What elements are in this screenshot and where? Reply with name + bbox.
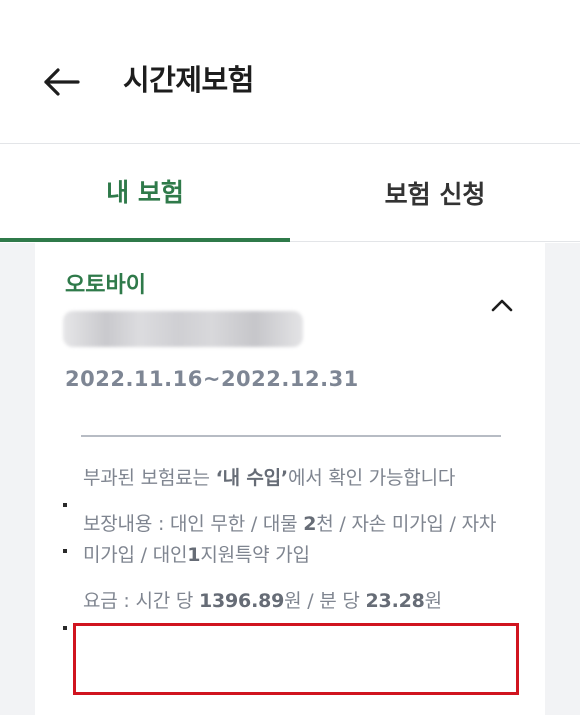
page-title: 시간제보험 — [123, 63, 254, 97]
content-area: 오토바이 2022.11.16~2022.12.31 부과된 보험료는 ‘내 수… — [0, 243, 580, 715]
note-coverage: 보장내용 : 대인 무한 / 대물 2천 / 자손 미가입 / 자차 미가입 /… — [63, 509, 518, 571]
arrow-left-icon — [44, 68, 80, 96]
tab-my-insurance[interactable]: 내 보험 — [0, 144, 290, 242]
note-fee: 요금 : 시간 당 1396.89원 / 분 당 23.28원 — [63, 586, 518, 630]
collapse-button[interactable] — [485, 291, 519, 319]
app-header: 시간제보험 — [0, 0, 580, 144]
notes-list: 부과된 보험료는 ‘내 수입’에서 확인 가능합니다 보장내용 : 대인 무한 … — [63, 463, 518, 632]
tab-bar: 내 보험 보험 신청 — [0, 144, 580, 242]
tab-insurance-apply[interactable]: 보험 신청 — [290, 144, 580, 242]
chevron-up-icon — [491, 299, 513, 312]
redacted-policy-number — [63, 311, 303, 347]
coverage-period: 2022.11.16~2022.12.31 — [65, 367, 359, 391]
note-premium: 부과된 보험료는 ‘내 수입’에서 확인 가능합니다 — [63, 463, 518, 507]
back-button[interactable] — [38, 58, 86, 106]
insurance-card: 오토바이 2022.11.16~2022.12.31 부과된 보험료는 ‘내 수… — [35, 243, 545, 715]
vehicle-type-label: 오토바이 — [65, 273, 146, 298]
divider — [81, 435, 501, 437]
